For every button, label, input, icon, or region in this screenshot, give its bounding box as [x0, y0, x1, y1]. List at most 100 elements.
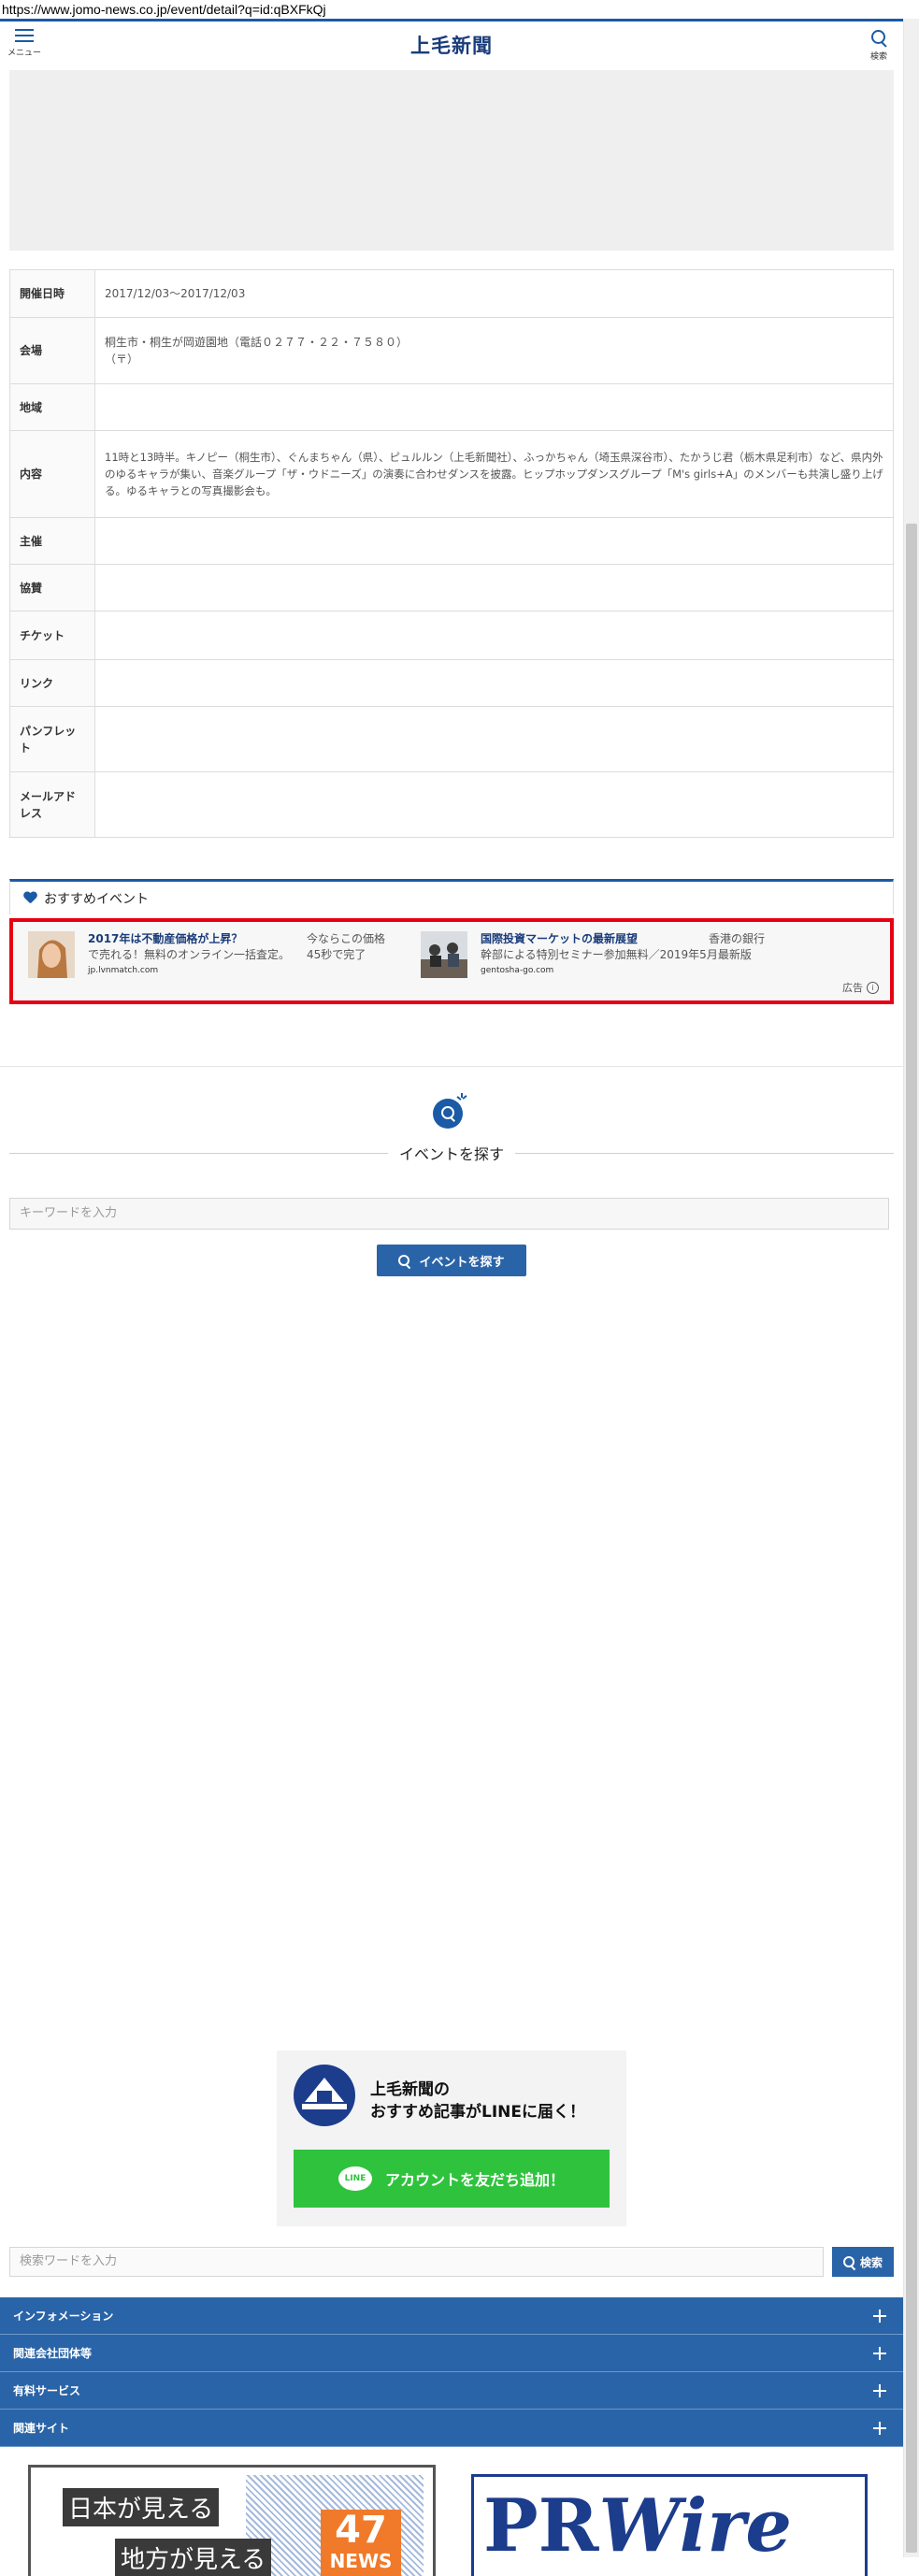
accordion-information[interactable]: インフォメーション [0, 2297, 903, 2335]
table-row: 会場 桐生市・桐生が岡遊園地（電話０２７７・２２・７５８０） （〒） [9, 317, 894, 384]
row-value [94, 771, 894, 838]
footer-banners: 日本が見える 地方が見える 47 NEWS PRWire [0, 2457, 903, 2576]
accordion-related-sites[interactable]: 関連サイト [0, 2410, 903, 2447]
ad-item-2[interactable]: 国際投資マーケットの最新展望 幹部による特別セミナー参加無料／2019年5月最新… [421, 931, 752, 979]
find-event-section: イベントを探す キーワードを入力 イベントを探す [0, 1066, 903, 1276]
accordion-label: 関連サイト [13, 2422, 70, 2435]
banner-47news[interactable]: 日本が見える 地方が見える 47 NEWS [28, 2465, 436, 2576]
header-search-button[interactable]: 検索 [860, 29, 897, 62]
scrollbar-thumb[interactable] [906, 524, 917, 2553]
heart-icon [23, 892, 36, 904]
footer-accordions: インフォメーション 関連会社団体等 有料サービス 関連サイト [0, 2297, 903, 2447]
line-add-friend-label: アカウントを友だち追加！ [384, 2171, 565, 2189]
row-label: チケット [9, 611, 95, 660]
bottom-search-button[interactable]: 検索 [832, 2247, 894, 2277]
recommended-header: おすすめイベント [9, 879, 894, 914]
site-logo[interactable]: 上毛新聞 [0, 31, 903, 59]
event-info-table: 開催日時 2017/12/03〜2017/12/03 会場 桐生市・桐生が岡遊園… [9, 269, 894, 838]
ad-mark[interactable]: 広告 i [842, 980, 879, 995]
table-row: 内容 11時と13時半。キノピー（桐生市）、ぐんまちゃん（県）、ピュルルン（上毛… [9, 430, 894, 518]
row-value [94, 564, 894, 612]
accordion-affiliates[interactable]: 関連会社団体等 [0, 2335, 903, 2372]
search-icon [870, 29, 887, 48]
ad-placeholder [9, 70, 894, 251]
banner-47-line1: 日本が見える [63, 2488, 220, 2526]
ad-thumbnail-seminar [421, 931, 467, 978]
ad-side-line: 香港の銀行 [709, 932, 766, 945]
line-add-friend-button[interactable]: LINE アカウントを友だち追加！ [294, 2150, 610, 2208]
line-logo-icon: LINE [337, 2166, 372, 2191]
bottom-search-bar: 検索ワードを入力 検索 [9, 2247, 894, 2277]
url-bar: https://www.jomo-news.co.jp/event/detail… [0, 0, 919, 19]
find-event-button[interactable]: イベントを探す [377, 1245, 526, 1276]
plus-icon [873, 2310, 886, 2323]
row-value [94, 706, 894, 772]
bottom-search-input[interactable]: 検索ワードを入力 [9, 2247, 824, 2277]
banner-47-line2: 地方が見える [115, 2539, 272, 2576]
ad-side-line: 45秒で完了 [307, 948, 366, 961]
table-row: パンフレット [9, 706, 894, 772]
plus-icon [873, 2422, 886, 2435]
line-promo-line2: おすすめ記事がLINEに届く！ [370, 2103, 585, 2122]
venue-postal: （〒） [105, 353, 139, 366]
find-event-title: イベントを探す [9, 1142, 894, 1164]
recommended-ad-box: 2017年は不動産価格が上昇？ で売れる！無料のオンライン一括査定。 jp.lv… [9, 918, 894, 1004]
recommended-events: おすすめイベント 2017年は不動産価格が上昇？ で売れる！無料のオンライン一括… [9, 879, 894, 1004]
row-label: 開催日時 [9, 269, 95, 318]
row-label: 地域 [9, 383, 95, 431]
table-row: 協賛 [9, 564, 894, 612]
ad-thumbnail-woman [28, 931, 75, 978]
search-icon [398, 1255, 411, 1270]
bottom-search-button-label: 検索 [859, 2255, 883, 2269]
keyword-input[interactable]: キーワードを入力 [9, 1198, 889, 1230]
line-promo-line1: 上毛新聞の [370, 2080, 450, 2099]
table-row: 主催 [9, 517, 894, 565]
row-label: リンク [9, 659, 95, 707]
search-label: 検索 [869, 52, 887, 62]
row-label: 内容 [9, 430, 95, 518]
accordion-paid-services[interactable]: 有料サービス [0, 2372, 903, 2410]
banner-prwire[interactable]: PRWire [466, 2465, 873, 2576]
table-row: リンク [9, 659, 894, 707]
row-value: 11時と13時半。キノピー（桐生市）、ぐんまちゃん（県）、ピュルルン（上毛新聞社… [94, 430, 894, 518]
prwire-pr: PR [483, 2483, 599, 2569]
row-label: 協賛 [9, 564, 95, 612]
ad-side-text-2: 香港の銀行 [709, 931, 765, 947]
prwire-logo: PRWire [471, 2474, 868, 2576]
47news-number: 47 [335, 2509, 387, 2552]
accordion-label: インフォメーション [13, 2310, 114, 2323]
recommended-title: おすすめイベント [44, 891, 149, 907]
venue-text: 桐生市・桐生が岡遊園地（電話０２７７・２２・７５８０） [105, 336, 409, 349]
row-label: パンフレット [9, 706, 95, 772]
47news-label: NEWS [329, 2550, 393, 2572]
ad-mark-label: 広告 [842, 982, 863, 994]
site-header: メニュー 上毛新聞 検索 [0, 19, 903, 70]
ad-side-text-1: 今ならこの価格 45秒で完了 [307, 931, 385, 963]
prwire-wire: Wire [598, 2483, 793, 2569]
row-value: 2017/12/03〜2017/12/03 [94, 269, 894, 318]
ad-description: で売れる！無料のオンライン一括査定。 [88, 948, 291, 961]
row-value [94, 659, 894, 707]
find-event-button-label: イベントを探す [419, 1255, 505, 1270]
ad-side-line: 今ならこの価格 [307, 932, 386, 945]
47news-logo: 47 NEWS [321, 2510, 401, 2576]
accordion-label: 関連会社団体等 [13, 2347, 93, 2360]
search-icon [433, 1099, 463, 1129]
table-row: チケット [9, 611, 894, 660]
sparkle-icon [456, 1093, 467, 1101]
row-label: メールアドレス [9, 771, 95, 838]
row-value [94, 611, 894, 660]
jomo-house-logo-icon [294, 2065, 355, 2126]
table-row: 開催日時 2017/12/03〜2017/12/03 [9, 269, 894, 318]
ad-domain: gentosha-go.com [481, 966, 554, 975]
plus-icon [873, 2384, 886, 2397]
line-promo: 上毛新聞の おすすめ記事がLINEに届く！ LINE アカウントを友だち追加！ [277, 2051, 626, 2226]
info-icon: i [867, 981, 879, 994]
line-promo-headline: 上毛新聞の おすすめ記事がLINEに届く！ [370, 2079, 585, 2123]
ad-title[interactable]: 2017年は不動産価格が上昇？ [88, 931, 290, 947]
ad-description: 幹部による特別セミナー参加無料／2019年5月最新版 [481, 948, 752, 961]
ad-item-1[interactable]: 2017年は不動産価格が上昇？ で売れる！無料のオンライン一括査定。 jp.lv… [28, 931, 290, 979]
plus-icon [873, 2347, 886, 2360]
row-label: 主催 [9, 517, 95, 565]
row-value [94, 517, 894, 565]
